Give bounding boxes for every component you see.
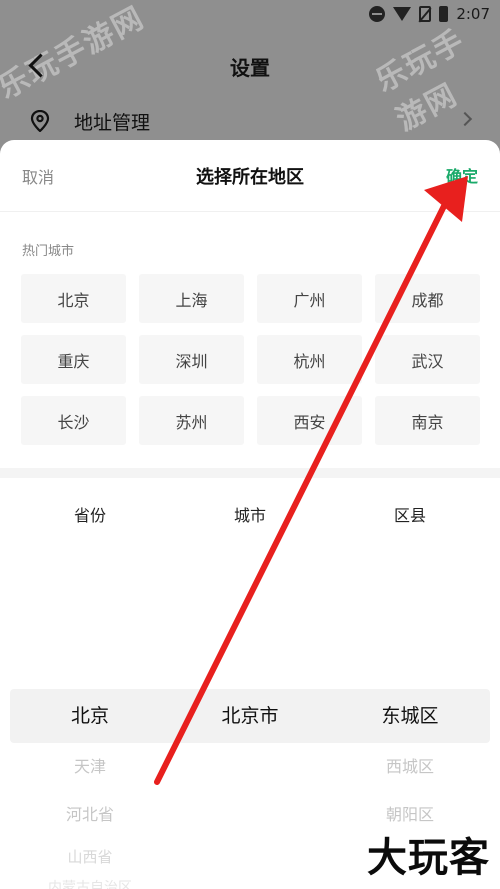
back-arrow-icon[interactable] xyxy=(26,52,52,78)
province-option[interactable]: 内蒙古自治区 xyxy=(48,875,132,889)
city-chip[interactable]: 深圳 xyxy=(139,335,244,384)
page-title: 设置 xyxy=(230,55,270,80)
city-chip[interactable]: 苏州 xyxy=(139,396,244,445)
city-column-header: 城市 xyxy=(233,506,266,525)
hot-cities-grid: 北京 上海 广州 成都 重庆 深圳 杭州 武汉 长沙 苏州 西安 南京 xyxy=(21,274,480,445)
province-option[interactable]: 天津 xyxy=(74,743,106,791)
province-option[interactable]: 河北省 xyxy=(66,791,114,839)
do-not-disturb-icon xyxy=(369,6,386,22)
hot-cities-label: 热门城市 xyxy=(22,244,75,259)
sheet-header: 取消 选择所在地区 确定 xyxy=(0,140,500,212)
address-management-label: 地址管理 xyxy=(74,111,151,134)
no-sim-icon xyxy=(419,6,432,22)
chevron-right-icon xyxy=(457,111,473,127)
city-chip[interactable]: 重庆 xyxy=(21,335,126,384)
province-wheel[interactable]: 北京 天津 河北省 山西省 内蒙古自治区 xyxy=(10,689,170,889)
picker-column-headers: 省份 城市 区县 xyxy=(10,502,490,526)
city-chip[interactable]: 南京 xyxy=(375,396,480,445)
location-pin-icon xyxy=(30,110,50,132)
city-chip[interactable]: 北京 xyxy=(21,274,126,323)
region-picker-sheet: 取消 选择所在地区 确定 热门城市 北京 上海 广州 成都 重庆 深圳 杭州 武… xyxy=(0,140,500,889)
section-divider xyxy=(0,468,500,478)
city-chip[interactable]: 杭州 xyxy=(257,335,362,384)
city-chip[interactable]: 西安 xyxy=(257,396,362,445)
confirm-button[interactable]: 确定 xyxy=(446,163,478,187)
city-chip[interactable]: 广州 xyxy=(257,274,362,323)
city-chip[interactable]: 武汉 xyxy=(375,335,480,384)
sheet-title: 选择所在地区 xyxy=(196,166,304,188)
district-option[interactable]: 西城区 xyxy=(386,743,434,791)
address-management-row[interactable]: 地址管理 xyxy=(0,100,500,142)
province-column-header: 省份 xyxy=(73,506,106,525)
district-selected[interactable]: 东城区 xyxy=(381,689,438,743)
province-option[interactable]: 山西省 xyxy=(67,839,112,875)
city-chip[interactable]: 成都 xyxy=(375,274,480,323)
top-app-bar: 设置 xyxy=(0,40,500,92)
cancel-button[interactable]: 取消 xyxy=(22,164,54,188)
province-selected[interactable]: 北京 xyxy=(71,689,109,743)
city-wheel[interactable]: 北京市 xyxy=(170,689,330,889)
brand-logo: 大玩客 xyxy=(367,834,490,881)
city-chip[interactable]: 长沙 xyxy=(21,396,126,445)
wifi-icon xyxy=(393,7,412,21)
city-selected[interactable]: 北京市 xyxy=(221,689,278,743)
district-column-header: 区县 xyxy=(393,506,426,525)
city-chip[interactable]: 上海 xyxy=(139,274,244,323)
